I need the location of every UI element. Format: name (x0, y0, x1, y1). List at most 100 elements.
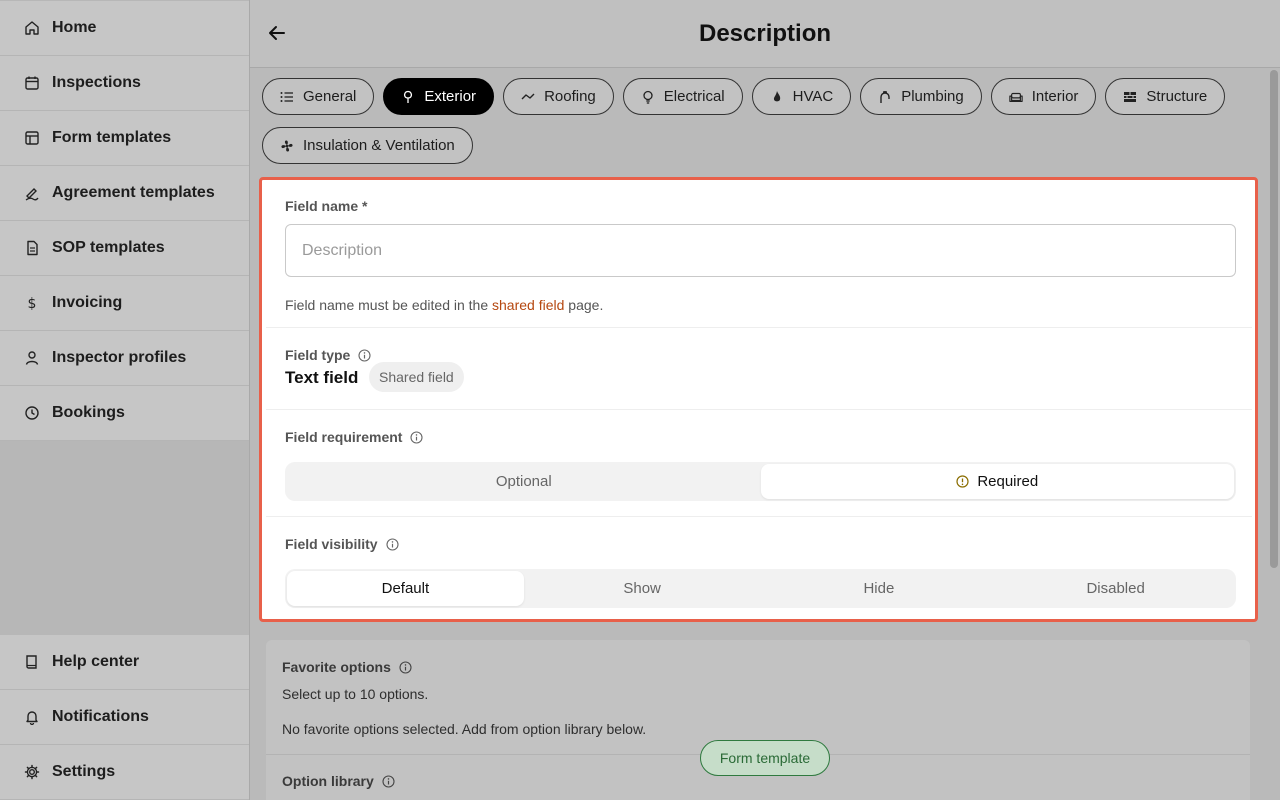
field-type-label-row: Field type (285, 347, 371, 363)
favorite-options-subtitle: Select up to 10 options. (282, 686, 429, 702)
sidebar-item-label: Bookings (52, 404, 125, 421)
tab-label: Insulation & Ventilation (303, 137, 455, 154)
requirement-option-optional[interactable]: Optional (287, 464, 761, 499)
document-icon (24, 240, 40, 256)
info-icon[interactable] (410, 430, 424, 444)
field-visibility-label: Field visibility (285, 536, 378, 552)
sidebar-bottom-nav: Help center Notifications Settings (0, 635, 249, 800)
page-title: Description (698, 20, 832, 47)
category-tabs: General Exterior Roofing Electrical HVAC… (262, 78, 1252, 164)
favorite-options-panel: Favorite options Select up to 10 options… (266, 640, 1250, 800)
layout-icon (24, 130, 40, 146)
sidebar-item-label: Home (52, 19, 97, 36)
tab-plumbing[interactable]: Plumbing (860, 78, 982, 115)
sidebar-item-notifications[interactable]: Notifications (0, 690, 249, 745)
field-name-input[interactable] (285, 224, 1236, 277)
field-requirement-section: Field requirement Optional Required (266, 410, 1252, 517)
dollar-icon: $ (24, 295, 40, 311)
sidebar-item-label: SOP templates (52, 239, 165, 256)
tab-label: Roofing (544, 88, 596, 105)
visibility-option-default[interactable]: Default (287, 571, 524, 606)
tab-label: Exterior (424, 88, 477, 105)
info-icon[interactable] (382, 774, 395, 788)
sidebar-item-label: Help center (52, 653, 140, 670)
fan-icon (280, 139, 294, 153)
sidebar-item-label: Agreement templates (52, 184, 215, 201)
flame-icon (770, 90, 784, 104)
tab-label: HVAC (792, 88, 834, 105)
tab-interior[interactable]: Interior (990, 78, 1097, 115)
tab-label: Structure (1146, 88, 1208, 105)
tab-electrical[interactable]: Electrical (622, 78, 743, 115)
page-header: Description (250, 0, 1280, 68)
field-requirement-label-row: Field requirement (285, 429, 424, 445)
sidebar: Home Inspections Form templates Agreemen… (0, 0, 250, 800)
field-type-value: Text field (285, 368, 359, 387)
requirement-option-required[interactable]: Required (760, 464, 1234, 499)
sidebar-item-label: Invoicing (52, 294, 123, 311)
shared-field-link[interactable]: shared field (492, 297, 564, 313)
tab-exterior[interactable]: Exterior (383, 78, 495, 115)
info-icon[interactable] (399, 660, 412, 674)
book-icon (24, 654, 40, 670)
home-icon (24, 20, 40, 36)
visibility-option-disabled[interactable]: Disabled (997, 571, 1234, 606)
field-visibility-section: Field visibility Default Show Hide Disab… (266, 517, 1252, 622)
option-library-label-row: Option library (282, 773, 395, 789)
info-icon[interactable] (358, 348, 371, 362)
sidebar-item-sop-templates[interactable]: SOP templates (0, 221, 249, 276)
requirement-segmented-control: Optional Required (285, 462, 1236, 501)
sidebar-item-home[interactable]: Home (0, 1, 249, 56)
field-name-label: Field name * (285, 198, 368, 214)
scrollbar[interactable] (1270, 70, 1278, 568)
user-icon (24, 350, 40, 366)
bulb-icon (641, 90, 655, 104)
tab-label: Plumbing (901, 88, 964, 105)
signature-icon (24, 185, 40, 201)
bell-icon (24, 709, 40, 725)
favorite-options-empty: No favorite options selected. Add from o… (282, 721, 647, 737)
sidebar-item-label: Inspections (52, 74, 141, 91)
sidebar-item-invoicing[interactable]: $ Invoicing (0, 276, 249, 331)
sidebar-item-inspector-profiles[interactable]: Inspector profiles (0, 331, 249, 386)
requirement-option-label: Required (977, 473, 1039, 490)
sidebar-nav: Home Inspections Form templates Agreemen… (0, 1, 249, 441)
visibility-segmented-control: Default Show Hide Disabled (285, 569, 1236, 608)
sidebar-item-inspections[interactable]: Inspections (0, 56, 249, 111)
sidebar-item-settings[interactable]: Settings (0, 745, 249, 800)
tab-general[interactable]: General (262, 78, 375, 115)
field-name-section: Field name * Field name must be edited i… (266, 180, 1252, 328)
sidebar-item-label: Inspector profiles (52, 349, 187, 366)
svg-text:$: $ (28, 296, 37, 311)
list-icon (280, 90, 294, 104)
warning-icon (956, 475, 969, 488)
tab-label: Electrical (663, 88, 725, 105)
form-template-button[interactable]: Form template (700, 740, 830, 776)
option-library-label: Option library (282, 773, 374, 789)
sidebar-item-bookings[interactable]: Bookings (0, 386, 249, 441)
field-requirement-label: Field requirement (285, 429, 403, 445)
tab-insulation-ventilation[interactable]: Insulation & Ventilation (262, 127, 473, 164)
sidebar-item-help-center[interactable]: Help center (0, 635, 249, 690)
gear-icon (24, 764, 40, 780)
shared-field-badge: Shared field (369, 362, 464, 392)
info-icon[interactable] (386, 537, 399, 551)
sidebar-item-label: Form templates (52, 129, 172, 146)
sidebar-item-label: Settings (52, 763, 116, 780)
sidebar-item-form-templates[interactable]: Form templates (0, 111, 249, 166)
hint-text-suffix: page. (564, 297, 604, 313)
sidebar-item-agreement-templates[interactable]: Agreement templates (0, 166, 249, 221)
faucet-icon (878, 90, 892, 104)
field-name-hint: Field name must be edited in the shared … (285, 297, 603, 313)
visibility-option-hide[interactable]: Hide (761, 571, 998, 606)
hint-text: Field name must be edited in the (285, 297, 493, 313)
visibility-option-show[interactable]: Show (524, 571, 761, 606)
brick-icon (1123, 90, 1137, 104)
tab-hvac[interactable]: HVAC (751, 78, 852, 115)
field-type-section: Field type Text field Shared field (266, 328, 1252, 410)
favorite-options-label-row: Favorite options (282, 659, 412, 675)
tab-roofing[interactable]: Roofing (503, 78, 614, 115)
sofa-icon (1009, 90, 1023, 104)
field-settings-card: Field name * Field name must be edited i… (259, 177, 1258, 622)
tab-structure[interactable]: Structure (1105, 78, 1226, 115)
